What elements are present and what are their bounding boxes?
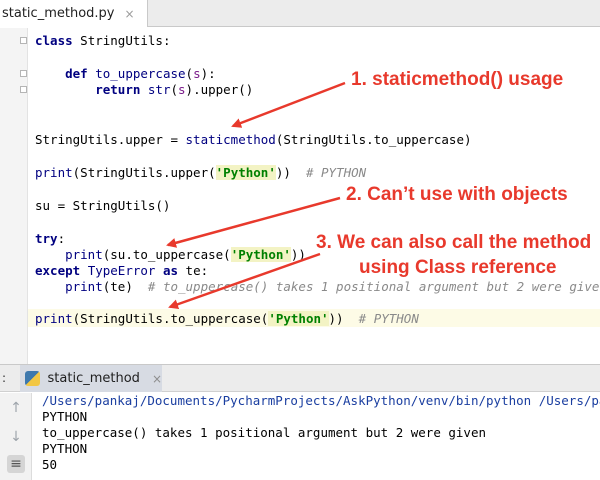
fold-marker-icon[interactable]: [20, 70, 27, 77]
console-line: PYTHON: [42, 409, 88, 424]
editor-tab-static-method[interactable]: static_method.py ×: [0, 0, 148, 27]
arrow-up-icon[interactable]: ↑: [7, 399, 25, 417]
annotation-staticmethod-usage: 1. staticmethod() usage: [351, 69, 564, 90]
arrow-down-icon[interactable]: ↓: [7, 428, 25, 446]
code-line: print(te) # to_uppercase() takes 1 posit…: [65, 279, 600, 294]
python-icon: [25, 371, 40, 386]
code-line: su = StringUtils(): [35, 198, 171, 213]
code-line: try:: [35, 231, 66, 246]
console-line: to_uppercase() takes 1 positional argume…: [42, 425, 487, 440]
console-line: /Users/pankaj/Documents/PycharmProjects/…: [42, 393, 600, 408]
annotation-cant-use-objects: 2. Can’t use with objects: [346, 184, 568, 205]
code-line: except TypeError as te:: [35, 263, 209, 278]
code-line: StringUtils.upper = staticmethod(StringU…: [35, 132, 472, 147]
run-side-toolbar: ↑ ↓ ≡: [0, 393, 32, 480]
soft-wrap-icon[interactable]: ≡: [7, 455, 25, 473]
code-line: print(su.to_uppercase('Python')): [65, 247, 306, 262]
code-line: print(StringUtils.to_uppercase('Python')…: [35, 311, 419, 326]
fold-marker-icon[interactable]: [20, 37, 27, 44]
code-line: print(StringUtils.upper('Python')) # PYT…: [35, 165, 367, 180]
run-panel-header: : static_method ×: [0, 364, 600, 392]
editor-tab-label: static_method.py: [2, 6, 115, 21]
code-line: def to_uppercase(s):: [65, 66, 216, 81]
code-line: return str(s).upper(): [95, 82, 254, 97]
editor-tab-bar: static_method.py ×: [0, 0, 600, 27]
editor-gutter: [0, 28, 28, 364]
run-console-output[interactable]: /Users/pankaj/Documents/PycharmProjects/…: [42, 393, 600, 480]
close-icon[interactable]: ×: [152, 372, 162, 386]
console-line: PYTHON: [42, 441, 88, 456]
fold-marker-icon[interactable]: [20, 86, 27, 93]
run-tab-static-method[interactable]: static_method ×: [20, 365, 162, 392]
run-tab-label: static_method: [47, 371, 140, 386]
annotation-class-reference-line2: using Class reference: [359, 257, 557, 278]
code-line: class StringUtils:: [35, 33, 171, 48]
annotation-class-reference-line1: 3. We can also call the method: [316, 232, 592, 253]
console-line: 50: [42, 457, 58, 472]
run-panel-prefix: :: [2, 371, 7, 385]
close-icon[interactable]: ×: [124, 7, 134, 21]
